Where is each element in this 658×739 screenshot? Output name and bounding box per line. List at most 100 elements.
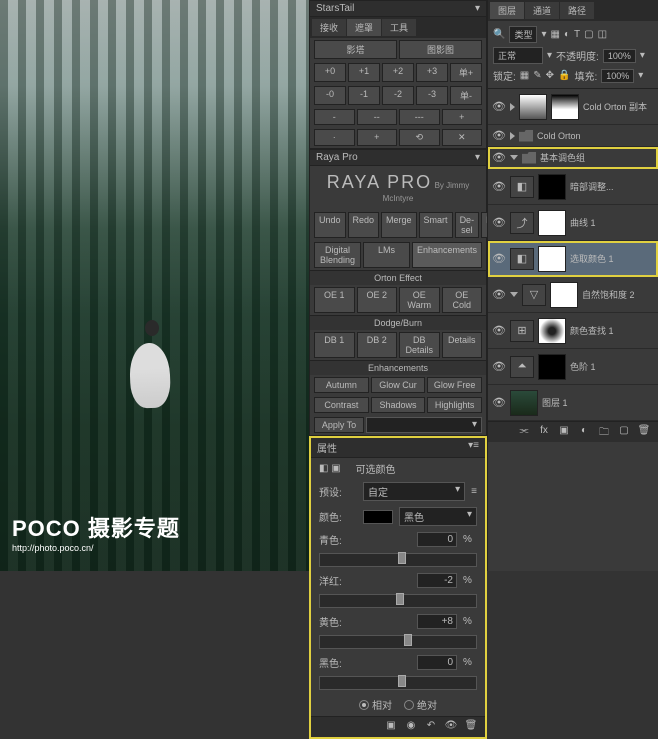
eye-icon[interactable]: 👁 — [443, 720, 459, 734]
enhancements-button[interactable]: Enhancements — [412, 242, 482, 268]
lms-button[interactable]: LMs — [363, 242, 410, 268]
st-btn[interactable]: ⟲ — [399, 129, 440, 146]
undo-button[interactable]: Undo — [314, 212, 346, 238]
st-btn[interactable]: + — [357, 129, 398, 146]
expand-icon[interactable] — [510, 155, 518, 160]
visibility-icon[interactable]: 👁 — [492, 100, 506, 113]
layer-item[interactable]: 👁Cold Orton — [488, 125, 658, 147]
opacity-value[interactable]: 100% — [603, 49, 636, 63]
reset-icon[interactable]: ↶ — [423, 720, 439, 734]
panel-menu-icon[interactable]: ▾ — [475, 3, 480, 14]
st-btn[interactable]: 单+ — [450, 63, 482, 82]
oe2-button[interactable]: OE 2 — [357, 287, 398, 313]
tab-paths[interactable]: 路径 — [560, 2, 594, 19]
redo-button[interactable]: Redo — [348, 212, 380, 238]
lock-all-icon[interactable]: 🔒 — [558, 70, 570, 81]
desel-button[interactable]: De-sel — [455, 212, 480, 238]
tab-receive[interactable]: 接收 — [312, 19, 346, 36]
layer-item[interactable]: 👁Cold Orton 副本 — [488, 89, 658, 125]
expand-icon[interactable] — [510, 132, 515, 140]
visibility-icon[interactable]: 👁 — [492, 324, 506, 337]
fx-icon[interactable]: fx — [536, 425, 552, 439]
st-btn[interactable]: -3 — [416, 86, 448, 105]
group-icon[interactable]: 🗀 — [596, 425, 612, 439]
filter-type-icon[interactable]: T — [574, 29, 580, 40]
shadows-button[interactable]: Shadows — [371, 397, 426, 413]
lock-trans-icon[interactable]: ▦ — [520, 70, 529, 81]
fill-value[interactable]: 100% — [601, 69, 634, 83]
cyan-slider[interactable] — [319, 553, 477, 567]
filter-shape-icon[interactable]: ▢ — [584, 29, 593, 40]
st-btn[interactable]: -0 — [314, 86, 346, 105]
magenta-slider[interactable] — [319, 594, 477, 608]
tab-channels[interactable]: 通道 — [525, 2, 559, 19]
digital-blending-button[interactable]: Digital Blending — [314, 242, 361, 268]
st-btn[interactable]: -2 — [382, 86, 414, 105]
contrast-button[interactable]: Contrast — [314, 397, 369, 413]
oecold-button[interactable]: OE Cold — [442, 287, 483, 313]
adjustment-icon[interactable]: ◐ — [576, 425, 592, 439]
black-value[interactable]: 0 — [417, 655, 457, 670]
layer-item[interactable]: 👁⤴曲线 1 — [488, 205, 658, 241]
st-btn[interactable]: --- — [399, 109, 440, 125]
visibility-icon[interactable]: 👁 — [492, 288, 506, 301]
layer-item[interactable]: 👁▽自然饱和度 2 — [488, 277, 658, 313]
magenta-value[interactable]: -2 — [417, 573, 457, 588]
color-dropdown[interactable]: 黑色▾ — [399, 507, 477, 526]
panel-menu-icon[interactable]: ▾≡ — [468, 440, 479, 455]
clip-icon[interactable]: ▣ — [383, 720, 399, 734]
tab-tools[interactable]: 工具 — [382, 19, 416, 36]
preset-dropdown[interactable]: 自定▾ — [363, 482, 465, 501]
trash-icon[interactable]: 🗑 — [463, 720, 479, 734]
trash-icon[interactable]: 🗑 — [636, 425, 652, 439]
yellow-value[interactable]: +8 — [417, 614, 457, 629]
slider-thumb[interactable] — [398, 552, 406, 564]
autumn-button[interactable]: Autumn — [314, 377, 369, 393]
visibility-icon[interactable]: 👁 — [492, 396, 506, 409]
preset-menu-icon[interactable]: ≡ — [471, 486, 477, 497]
lock-paint-icon[interactable]: ✎ — [533, 70, 541, 81]
layer-item[interactable]: 👁⊞颜色查找 1 — [488, 313, 658, 349]
applyto-dropdown[interactable]: ▾ — [366, 417, 482, 433]
visibility-icon[interactable]: 👁 — [492, 151, 506, 164]
layer-item[interactable]: 👁◧暗部调整... — [488, 169, 658, 205]
relative-radio[interactable]: 相对 — [359, 697, 392, 712]
st-btn[interactable]: +3 — [416, 63, 448, 82]
yellow-slider[interactable] — [319, 635, 477, 649]
visibility-icon[interactable]: 👁 — [492, 252, 506, 265]
st-btn[interactable]: + — [442, 109, 483, 125]
oe1-button[interactable]: OE 1 — [314, 287, 355, 313]
link-icon[interactable]: ⫘ — [516, 425, 532, 439]
layer-item[interactable]: 👁⏶色阶 1 — [488, 349, 658, 385]
lock-pos-icon[interactable]: ✥ — [546, 70, 554, 81]
st-btn[interactable]: +0 — [314, 63, 346, 82]
slider-thumb[interactable] — [398, 675, 406, 687]
visibility-icon[interactable]: 👁 — [492, 180, 506, 193]
db1-button[interactable]: DB 1 — [314, 332, 355, 358]
smart-button[interactable]: Smart — [419, 212, 453, 238]
merge-button[interactable]: Merge — [381, 212, 417, 238]
filter-adj-icon[interactable]: ◐ — [564, 29, 570, 40]
st-btn[interactable]: 影塔 — [314, 40, 397, 59]
slider-thumb[interactable] — [404, 634, 412, 646]
visibility-icon[interactable]: 👁 — [492, 129, 506, 142]
expand-icon[interactable] — [510, 292, 518, 297]
st-btn[interactable]: +2 — [382, 63, 414, 82]
dbdetails-button[interactable]: DB Details — [399, 332, 440, 358]
filter-icon[interactable]: 🔍 — [493, 29, 505, 40]
highlights-button[interactable]: Highlights — [427, 397, 482, 413]
layer-item[interactable]: 👁基本调色组 — [488, 147, 658, 169]
details-button[interactable]: Details — [442, 332, 483, 358]
cyan-value[interactable]: 0 — [417, 532, 457, 547]
panel-menu-icon[interactable]: ▾ — [475, 152, 480, 163]
layer-item[interactable]: 👁图层 1 — [488, 385, 658, 421]
st-btn[interactable]: -- — [357, 109, 398, 125]
kind-dropdown[interactable]: 类型 — [509, 26, 537, 43]
st-btn[interactable]: +1 — [348, 63, 380, 82]
st-btn[interactable]: -1 — [348, 86, 380, 105]
glowfree-button[interactable]: Glow Free — [427, 377, 482, 393]
st-btn[interactable]: - — [314, 109, 355, 125]
mask-icon[interactable]: ▣ — [556, 425, 572, 439]
absolute-radio[interactable]: 绝对 — [404, 697, 437, 712]
view-icon[interactable]: ◉ — [403, 720, 419, 734]
